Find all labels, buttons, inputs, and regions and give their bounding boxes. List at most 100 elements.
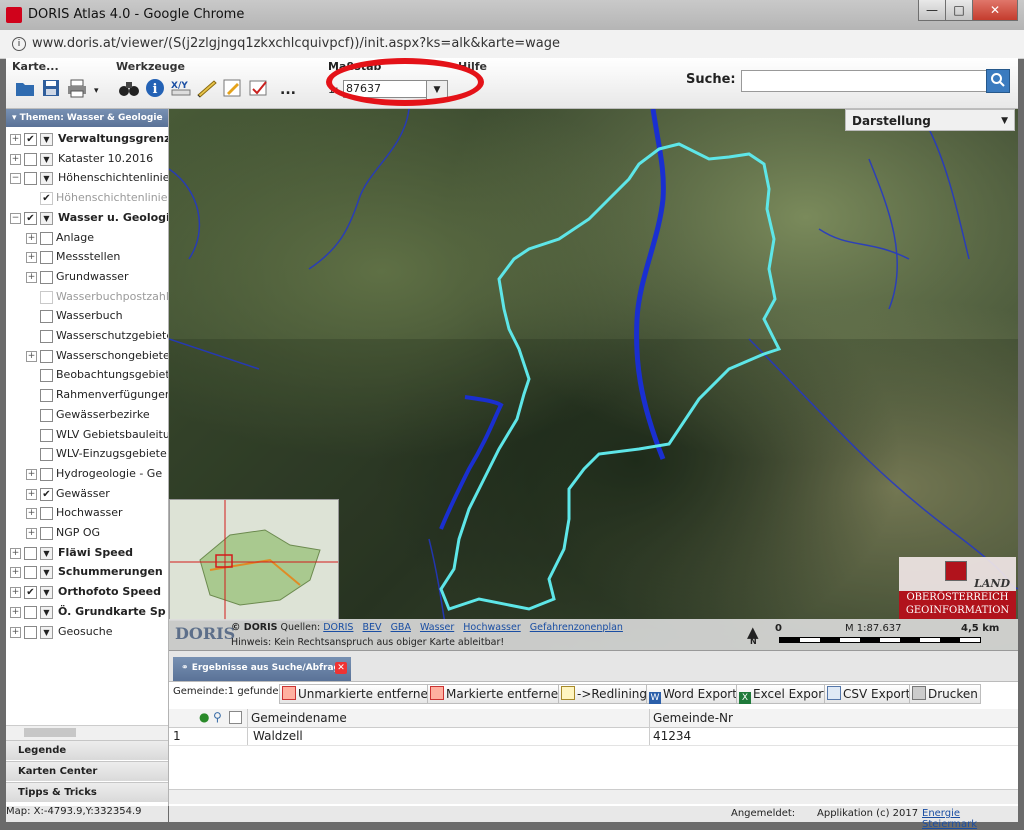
excel-export-button[interactable]: X Excel Export xyxy=(736,684,831,704)
credit-link-hochwasser[interactable]: Hochwasser xyxy=(463,622,520,633)
layer-tree-item[interactable]: Beobachtungsgebiete xyxy=(6,366,168,385)
accordion-tipps[interactable]: Tipps & Tricks xyxy=(6,782,168,802)
layer-options-dropdown-icon[interactable]: ▼ xyxy=(40,566,53,580)
layer-tree-item[interactable]: + Messstellen xyxy=(6,248,168,267)
layer-tree-item[interactable]: + Grundwasser xyxy=(6,268,168,287)
binoculars-icon[interactable] xyxy=(118,78,140,100)
credit-link-wasser[interactable]: Wasser xyxy=(420,622,454,633)
layer-checkbox[interactable] xyxy=(24,605,37,619)
layer-tree-item[interactable]: + Anlage xyxy=(6,229,168,248)
table-row[interactable]: 1 Waldzell 41234 xyxy=(169,727,1018,746)
layer-checkbox[interactable] xyxy=(40,507,53,521)
layer-checkbox[interactable] xyxy=(24,566,37,580)
expand-icon[interactable]: + xyxy=(26,350,37,362)
layer-options-dropdown-icon[interactable]: ▼ xyxy=(40,625,53,639)
credit-link-gba[interactable]: GBA xyxy=(391,622,411,633)
info-tool-icon[interactable]: i xyxy=(144,78,166,100)
edit-check-icon[interactable] xyxy=(248,78,270,100)
credit-link-gefahrenzonenplan[interactable]: Gefahrenzonenplan xyxy=(530,622,623,633)
layer-options-dropdown-icon[interactable]: ▼ xyxy=(40,586,53,600)
layer-tree-item[interactable]: + ▼ Geosuche xyxy=(6,623,168,642)
layer-tree-item[interactable]: Gewässerbezirke xyxy=(6,406,168,425)
tab-results[interactable]: ⚭ Ergebnisse aus Suche/Abfrage xyxy=(173,657,351,681)
display-dropdown[interactable]: Darstellung ▼ xyxy=(845,109,1015,131)
layer-tree-item[interactable]: + Wasserschongebiete xyxy=(6,347,168,366)
status-link[interactable]: Energie Steiermark xyxy=(922,808,1018,830)
measure-icon[interactable] xyxy=(196,78,218,100)
layer-tree-item[interactable]: + ▼ Fläwi Speed xyxy=(6,544,168,563)
expand-icon[interactable]: + xyxy=(26,468,37,480)
print-dropdown-icon[interactable]: ▾ xyxy=(94,86,99,96)
search-input[interactable] xyxy=(741,70,987,92)
layer-tree-item[interactable]: − ▼ Höhenschichtenlinien xyxy=(6,169,168,188)
layer-tree-item[interactable]: + ▼ Ö. Grundkarte Sp xyxy=(6,603,168,622)
layer-checkbox[interactable] xyxy=(24,546,37,560)
accordion-legende[interactable]: Legende xyxy=(6,740,168,760)
layer-checkbox[interactable] xyxy=(40,527,53,540)
magnifier-icon[interactable]: ⚲ xyxy=(213,710,222,724)
map-canvas[interactable]: Darstellung ▼ LAND OBERÖSTERREICH GEOINF… xyxy=(169,109,1018,650)
layer-checkbox[interactable] xyxy=(40,408,53,422)
credit-link-doris[interactable]: DORIS xyxy=(323,622,353,633)
zoom-map-icon[interactable]: ● xyxy=(199,710,209,724)
layer-checkbox[interactable]: ✔ xyxy=(24,133,37,146)
accordion-karten-center[interactable]: Karten Center xyxy=(6,761,168,781)
layer-tree-item[interactable]: ✔ Höhenschichtenlinien xyxy=(6,189,168,208)
layer-options-dropdown-icon[interactable]: ▼ xyxy=(40,133,53,146)
maximize-button[interactable]: □ xyxy=(945,0,973,21)
open-folder-icon[interactable] xyxy=(14,78,36,100)
expand-icon[interactable]: + xyxy=(26,528,37,539)
print-icon[interactable] xyxy=(66,78,88,100)
layer-checkbox[interactable] xyxy=(40,349,53,363)
layer-checkbox[interactable]: ✔ xyxy=(40,192,53,206)
scrollbar-thumb[interactable] xyxy=(24,728,76,737)
layer-checkbox[interactable] xyxy=(40,467,53,481)
layer-tree-item[interactable]: − ✔ ▼ Wasser u. Geologie xyxy=(6,209,168,228)
layer-tree-item[interactable]: + Hochwasser xyxy=(6,504,168,523)
expand-icon[interactable]: + xyxy=(26,488,37,500)
layer-checkbox[interactable] xyxy=(40,231,53,245)
layer-options-dropdown-icon[interactable]: ▼ xyxy=(40,546,53,560)
overview-map[interactable] xyxy=(169,499,339,621)
expand-icon[interactable]: + xyxy=(10,606,21,618)
layer-checkbox[interactable] xyxy=(40,290,53,304)
search-icon[interactable] xyxy=(986,69,1010,93)
layer-tree-item[interactable]: + Hydrogeologie - Ge xyxy=(6,465,168,484)
expand-icon[interactable]: + xyxy=(10,153,21,165)
credit-link-bev[interactable]: BEV xyxy=(363,622,382,633)
panel-header[interactable]: ▾ Themen: Wasser & Geologie xyxy=(6,109,168,127)
minimize-button[interactable]: — xyxy=(918,0,946,21)
layer-options-dropdown-icon[interactable]: ▼ xyxy=(40,172,53,186)
close-tab-icon[interactable]: ✕ xyxy=(335,662,347,674)
word-export-button[interactable]: W Word Export xyxy=(646,684,740,704)
more-tools-button[interactable]: ... xyxy=(280,82,296,98)
layer-checkbox[interactable] xyxy=(40,389,53,403)
layer-checkbox[interactable] xyxy=(40,270,53,284)
layer-checkbox[interactable] xyxy=(24,152,37,166)
expand-icon[interactable]: + xyxy=(26,508,37,520)
layer-options-dropdown-icon[interactable]: ▼ xyxy=(40,211,53,225)
layer-checkbox[interactable] xyxy=(40,428,53,442)
select-all-checkbox[interactable] xyxy=(229,711,242,724)
layer-checkbox[interactable] xyxy=(40,448,53,462)
url-field[interactable]: www.doris.at/viewer/(S(j2zlgjngq1zkxchlc… xyxy=(32,36,560,51)
layer-tree-item[interactable]: + ▼ Schummerungen xyxy=(6,563,168,582)
expand-icon[interactable]: + xyxy=(26,232,37,244)
layer-options-dropdown-icon[interactable]: ▼ xyxy=(40,152,53,166)
info-icon[interactable]: i xyxy=(12,37,26,51)
layer-checkbox[interactable] xyxy=(40,251,53,265)
expand-icon[interactable]: + xyxy=(26,271,37,283)
results-horizontal-scrollbar[interactable] xyxy=(169,789,1018,804)
column-header-gemeinde-nr[interactable]: Gemeinde-Nr xyxy=(653,711,733,725)
layer-tree-item[interactable]: + NGP OG xyxy=(6,524,168,543)
layer-tree-item[interactable]: Wasserbuch xyxy=(6,307,168,326)
expand-icon[interactable]: + xyxy=(10,587,21,599)
layer-tree-item[interactable]: WLV-Einzugsgebiete xyxy=(6,445,168,464)
layer-options-dropdown-icon[interactable]: ▼ xyxy=(40,605,53,619)
remove-marked-button[interactable]: Markierte entfernen xyxy=(427,684,569,704)
print-results-button[interactable]: Drucken xyxy=(909,684,981,704)
redlining-button[interactable]: ->Redlining xyxy=(558,684,651,704)
layer-checkbox[interactable] xyxy=(24,172,37,186)
collapse-icon[interactable]: − xyxy=(10,212,21,224)
layer-tree-item[interactable]: + ▼ Kataster 10.2016 xyxy=(6,150,168,169)
